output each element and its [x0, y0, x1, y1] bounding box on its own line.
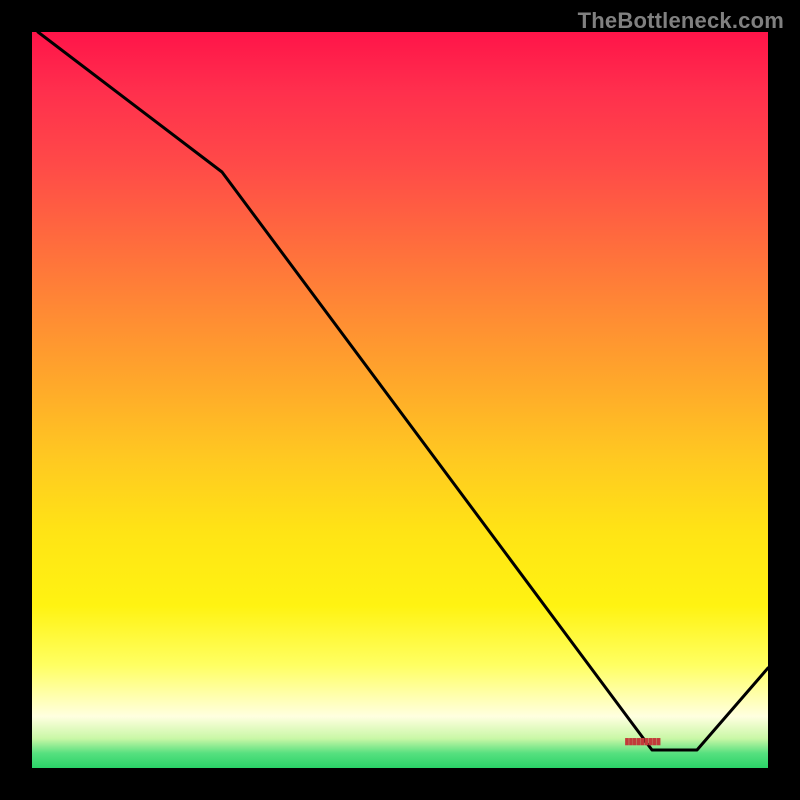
strip-label: ▮▮▮▮▮▮▮▮▮: [625, 736, 661, 747]
watermark-text: TheBottleneck.com: [578, 8, 784, 34]
bottleneck-curve: [32, 32, 768, 768]
chart-frame: TheBottleneck.com ▮▮▮▮▮▮▮▮▮: [0, 0, 800, 800]
plot-area: ▮▮▮▮▮▮▮▮▮: [32, 32, 768, 768]
